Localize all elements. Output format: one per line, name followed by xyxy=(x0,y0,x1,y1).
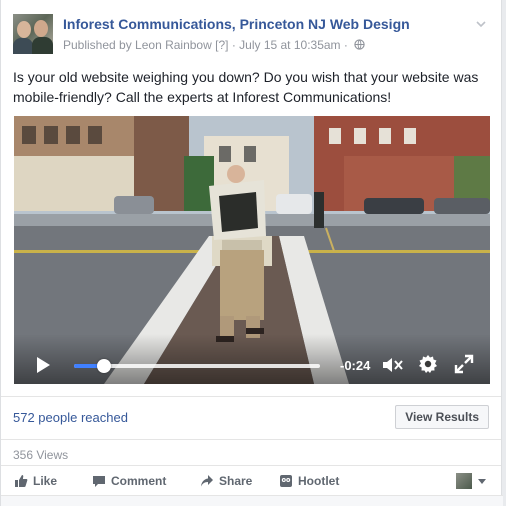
post-header: Inforest Communications, Princeton NJ We… xyxy=(13,14,491,58)
post-as-selector[interactable] xyxy=(456,473,490,489)
post-meta: Published by Leon Rainbow [?] · July 15 … xyxy=(63,38,365,52)
gear-icon[interactable] xyxy=(418,354,438,374)
page-avatar[interactable] xyxy=(13,14,53,54)
published-by[interactable]: Published by Leon Rainbow xyxy=(63,38,212,52)
meta-separator: · xyxy=(343,38,348,52)
fullscreen-icon[interactable] xyxy=(454,354,474,374)
view-results-button[interactable]: View Results xyxy=(395,405,489,429)
help-mark[interactable]: [?] xyxy=(215,38,228,52)
video-player[interactable]: -0:24 xyxy=(14,116,490,384)
avatar xyxy=(456,473,472,489)
like-label: Like xyxy=(33,474,58,488)
play-icon[interactable] xyxy=(34,356,52,374)
hootlet-button[interactable]: Hootlet xyxy=(279,474,339,488)
time-remaining: -0:24 xyxy=(340,358,371,373)
comment-label: Comment xyxy=(111,474,167,488)
globe-icon[interactable] xyxy=(354,39,365,50)
share-button[interactable]: Share xyxy=(200,474,252,488)
thumbs-up-icon xyxy=(15,475,28,487)
page-name-link[interactable]: Inforest Communications, Princeton NJ We… xyxy=(63,16,410,32)
comment-button[interactable]: Comment xyxy=(92,474,166,488)
mute-icon[interactable] xyxy=(382,356,404,374)
view-count: 356 Views xyxy=(13,448,69,462)
chevron-down-icon[interactable] xyxy=(475,18,487,30)
reach-link[interactable]: 572 people reached xyxy=(13,410,128,425)
scrubber-handle[interactable] xyxy=(96,359,111,373)
share-icon xyxy=(201,475,213,487)
owl-icon xyxy=(280,475,292,487)
share-label: Share xyxy=(219,474,253,488)
video-controls: -0:24 xyxy=(14,334,490,384)
post-card: Inforest Communications, Princeton NJ We… xyxy=(0,0,503,506)
insights-row: 572 people reached View Results xyxy=(1,396,501,440)
post-timestamp[interactable]: July 15 at 10:35am xyxy=(239,38,340,52)
like-button[interactable]: Like xyxy=(14,474,57,488)
comment-icon xyxy=(93,476,105,487)
meta-separator: · xyxy=(231,38,236,52)
hootlet-label: Hootlet xyxy=(298,474,340,488)
video-scrubber[interactable] xyxy=(74,359,320,373)
caret-down-icon xyxy=(478,479,486,484)
comment-area-edge xyxy=(1,495,503,506)
action-bar: Like Comment Share Hootlet xyxy=(1,465,501,495)
post-text: Is your old website weighing you down? D… xyxy=(13,69,479,105)
